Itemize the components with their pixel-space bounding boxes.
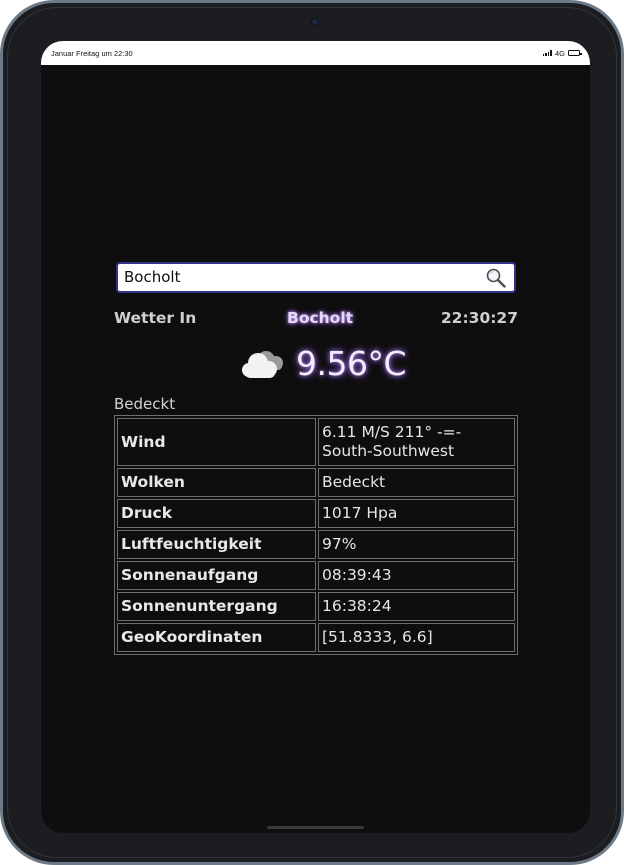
detail-label: Sonnenaufgang <box>117 561 316 590</box>
table-row: Wolken Bedeckt <box>117 468 515 497</box>
cloud-icon <box>242 351 283 378</box>
search-box <box>116 262 516 293</box>
status-indicators: 4G <box>542 48 582 58</box>
home-indicator[interactable] <box>267 826 364 829</box>
detail-value: 1017 Hpa <box>318 499 515 528</box>
tablet-frame: Januar Freitag um 22:30 4G Wetter In Boc… <box>0 0 624 865</box>
battery-icon <box>568 50 582 56</box>
search-icon[interactable] <box>485 267 507 289</box>
table-row: GeoKoordinaten [51.8333, 6.6] <box>117 623 515 652</box>
table-row: Sonnenuntergang 16:38:24 <box>117 592 515 621</box>
detail-label: Wind <box>117 418 316 466</box>
table-row: Wind 6.11 M/S 211° -=- South-Southwest <box>117 418 515 466</box>
status-datetime: Januar Freitag um 22:30 <box>51 48 133 58</box>
detail-label: Sonnenuntergang <box>117 592 316 621</box>
weather-details-table: Wind 6.11 M/S 211° -=- South-Southwest W… <box>114 415 518 655</box>
table-row: Luftfeuchtigkeit 97% <box>117 530 515 559</box>
detail-value: [51.8333, 6.6] <box>318 623 515 652</box>
detail-value: Bedeckt <box>318 468 515 497</box>
weather-condition: Bedeckt <box>114 395 176 413</box>
screen: Januar Freitag um 22:30 4G Wetter In Boc… <box>41 41 590 833</box>
network-type: 4G <box>554 48 565 58</box>
detail-value: 08:39:43 <box>318 561 515 590</box>
front-camera <box>312 19 318 25</box>
weather-heading: Wetter In Bocholt 22:30:27 <box>114 309 518 331</box>
local-time: 22:30:27 <box>440 309 518 327</box>
detail-label: Luftfeuchtigkeit <box>117 530 316 559</box>
signal-icon <box>542 50 552 56</box>
detail-label: Druck <box>117 499 316 528</box>
search-input[interactable] <box>124 264 474 291</box>
temperature: 9.56°C <box>296 343 407 383</box>
heading-label: Wetter In <box>114 309 197 327</box>
city-name: Bocholt <box>287 309 354 327</box>
detail-label: Wolken <box>117 468 316 497</box>
table-row: Druck 1017 Hpa <box>117 499 515 528</box>
detail-value: 97% <box>318 530 515 559</box>
current-weather: 9.56°C <box>236 339 407 387</box>
detail-label: GeoKoordinaten <box>117 623 316 652</box>
detail-value: 16:38:24 <box>318 592 515 621</box>
detail-value: 6.11 M/S 211° -=- South-Southwest <box>318 418 515 466</box>
top-button <box>521 0 559 2</box>
status-bar: Januar Freitag um 22:30 4G <box>41 41 590 65</box>
table-row: Sonnenaufgang 08:39:43 <box>117 561 515 590</box>
